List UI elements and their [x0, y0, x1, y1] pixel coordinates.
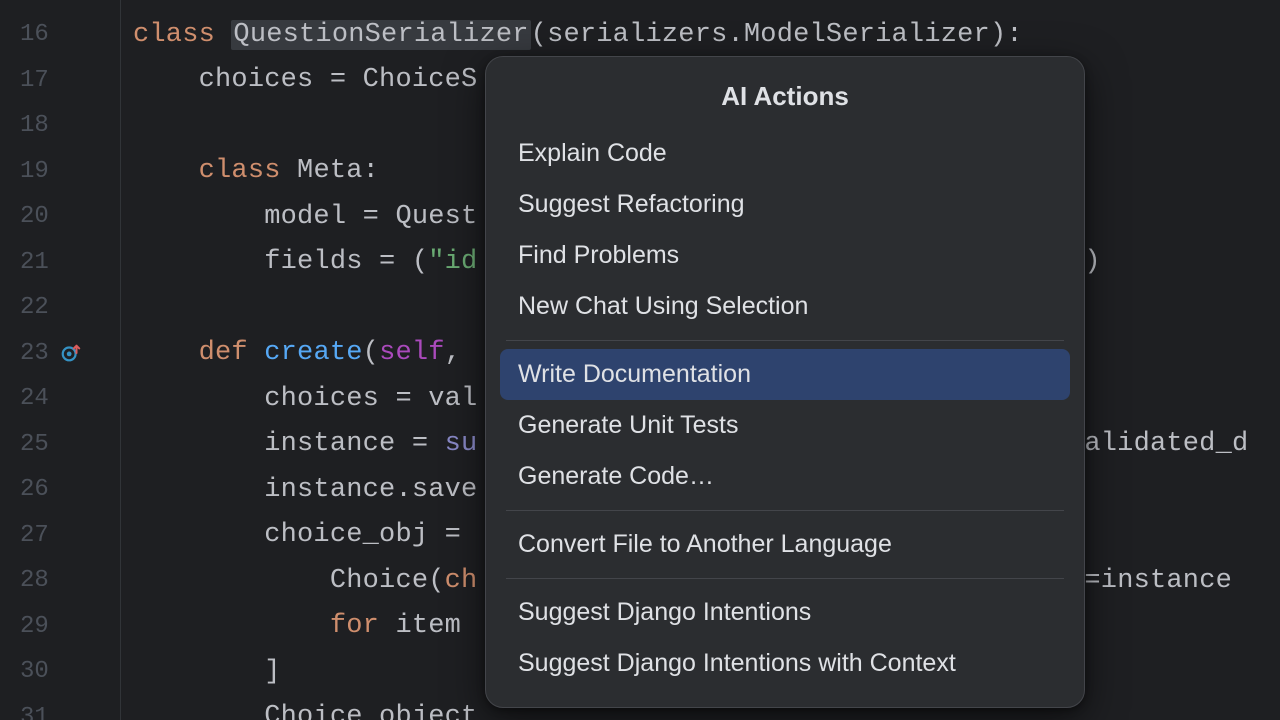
ai-action-item[interactable]: Suggest Django Intentions — [500, 587, 1070, 638]
ai-action-item[interactable]: Suggest Django Intentions with Context — [500, 638, 1070, 689]
ai-action-item[interactable]: New Chat Using Selection — [500, 281, 1070, 332]
line-number: 27 — [0, 513, 120, 559]
line-number: 22 — [0, 285, 120, 331]
line-number: 28 — [0, 558, 120, 604]
line-number: 18 — [0, 103, 120, 149]
line-number: 20 — [0, 194, 120, 240]
ai-action-item[interactable]: Write Documentation — [500, 349, 1070, 400]
ai-actions-popup: AI Actions Explain CodeSuggest Refactori… — [485, 56, 1085, 708]
ai-action-item[interactable]: Generate Code… — [500, 451, 1070, 502]
line-number: 24 — [0, 376, 120, 422]
popup-separator — [506, 340, 1064, 341]
line-number: 29 — [0, 604, 120, 650]
line-number-gutter: 16171819202122232425262728293031 — [0, 0, 120, 720]
line-number: 30 — [0, 649, 120, 695]
ai-action-item[interactable]: Convert File to Another Language — [500, 519, 1070, 570]
popup-separator — [506, 510, 1064, 511]
ai-action-item[interactable]: Suggest Refactoring — [500, 179, 1070, 230]
line-number: 19 — [0, 149, 120, 195]
ai-action-item[interactable]: Explain Code — [500, 128, 1070, 179]
ai-action-item[interactable]: Generate Unit Tests — [500, 400, 1070, 451]
override-icon[interactable] — [60, 342, 82, 364]
line-number: 23 — [0, 331, 120, 377]
line-number: 17 — [0, 58, 120, 104]
popup-title: AI Actions — [500, 71, 1070, 128]
line-number: 16 — [0, 12, 120, 58]
line-number: 21 — [0, 240, 120, 286]
code-line[interactable]: class QuestionSerializer(serializers.Mod… — [133, 12, 1280, 58]
line-number: 31 — [0, 695, 120, 720]
popup-body: Explain CodeSuggest RefactoringFind Prob… — [500, 128, 1070, 689]
line-number: 25 — [0, 422, 120, 468]
line-number: 26 — [0, 467, 120, 513]
popup-separator — [506, 578, 1064, 579]
ai-action-item[interactable]: Find Problems — [500, 230, 1070, 281]
